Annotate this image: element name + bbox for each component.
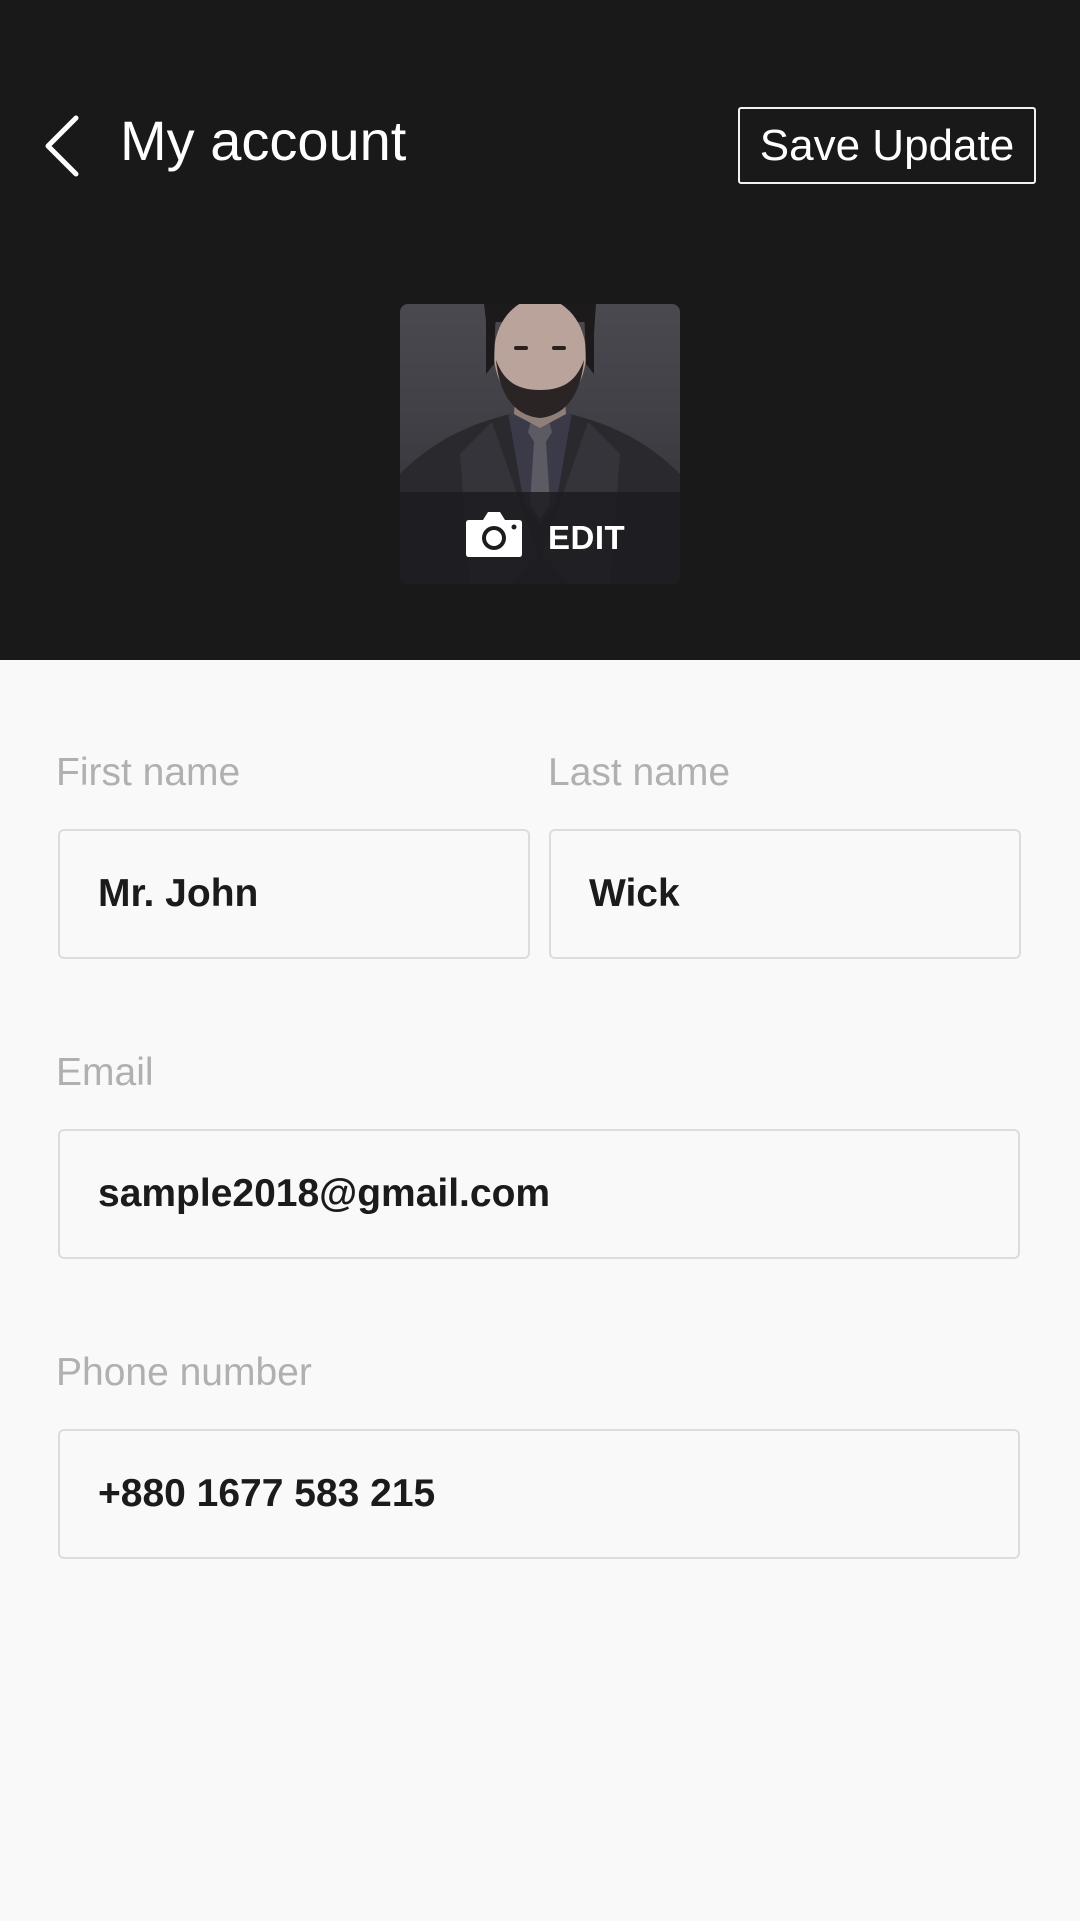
last-name-field[interactable]: Wick — [549, 829, 1021, 959]
first-name-value: Mr. John — [98, 872, 259, 915]
last-name-label: Last name — [548, 751, 731, 794]
email-field[interactable]: sample2018@gmail.com — [58, 1129, 1020, 1259]
chevron-left-icon — [45, 115, 79, 177]
edit-photo-button[interactable]: EDIT — [400, 492, 680, 584]
account-screen: My account Save Update EDIT First name M… — [0, 0, 1080, 1921]
email-label: Email — [56, 1051, 154, 1094]
phone-value: +880 1677 583 215 — [98, 1472, 436, 1515]
back-button[interactable] — [28, 108, 98, 184]
avatar: EDIT — [400, 304, 680, 584]
edit-label: EDIT — [548, 519, 626, 556]
email-value: sample2018@gmail.com — [98, 1172, 551, 1215]
last-name-value: Wick — [589, 872, 680, 915]
save-update-button[interactable]: Save Update — [738, 107, 1036, 184]
first-name-field[interactable]: Mr. John — [58, 829, 530, 959]
first-name-label: First name — [56, 751, 241, 794]
phone-label: Phone number — [56, 1351, 312, 1394]
header: My account Save Update EDIT — [0, 0, 1080, 660]
phone-field[interactable]: +880 1677 583 215 — [58, 1429, 1020, 1559]
page-title: My account — [120, 109, 407, 172]
camera-icon — [466, 512, 522, 557]
